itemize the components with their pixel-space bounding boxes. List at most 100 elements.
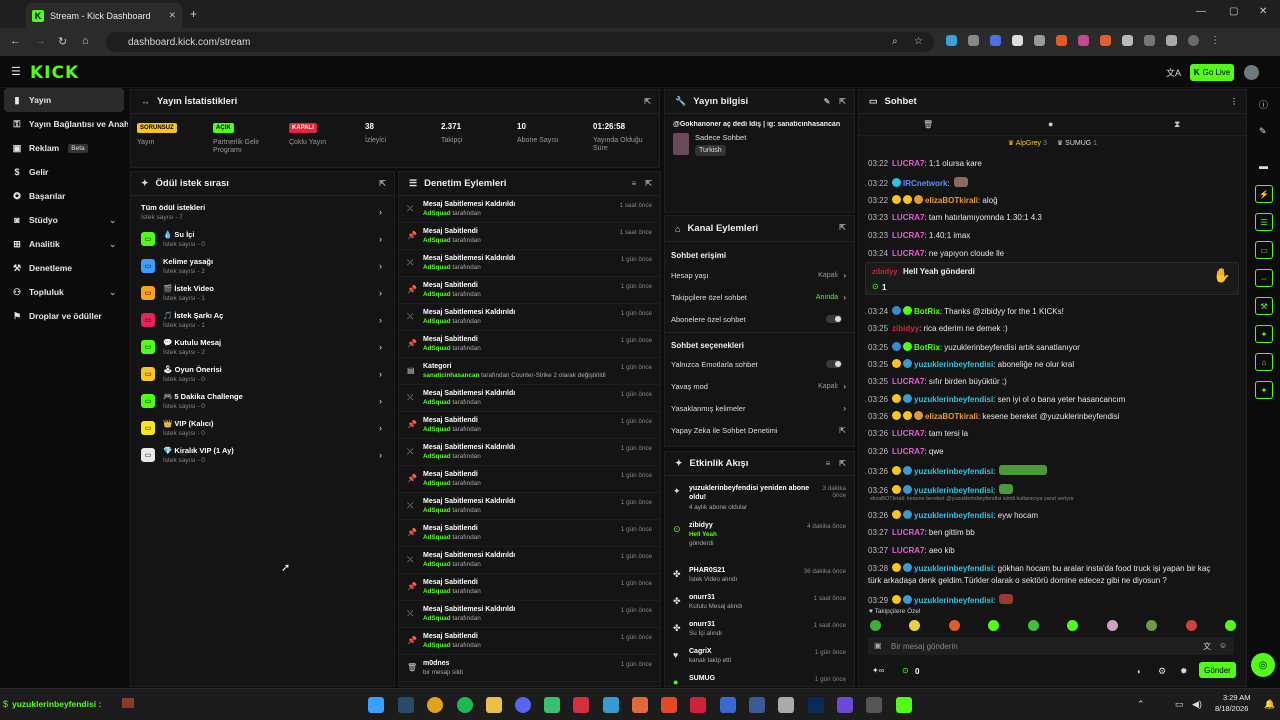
sidebar-item-yayin[interactable]: ▮ Yayın [4,88,124,112]
emoji-icon[interactable]: ☺ [1219,641,1227,650]
close-tab-icon[interactable]: ✕ [168,10,176,21]
discord-icon[interactable] [515,697,531,713]
sidebar-item-studyo[interactable]: ◙ Stüdyo ⌄ [0,208,128,232]
notification-bell-icon[interactable]: 🔔 [1264,699,1275,710]
extension-icon[interactable] [990,35,1001,46]
toggle-switch[interactable] [826,315,842,323]
filter-icon[interactable]: ≡ [826,459,831,468]
sidebar-item-gelir[interactable]: $ Gelir [0,160,128,184]
bookmark-star-icon[interactable]: ☆ [914,36,923,47]
folder-icon[interactable] [486,697,502,713]
app-icon[interactable] [866,697,882,713]
popout-icon[interactable]: ⇱ [839,97,846,106]
moderator-name[interactable]: AdSquad [423,345,451,352]
subscribers-only-setting[interactable]: Abonelere özel sohbet [665,308,854,330]
translate-icon[interactable]: 文A [1166,66,1181,79]
popout-icon[interactable]: ⇱ [379,179,386,188]
forward-icon[interactable]: → [35,35,46,47]
popout-icon[interactable]: ⇱ [839,459,846,468]
reward-row[interactable]: ▭ 👑 VIP (Kalıcı) İstek sayısı - 0 › [131,414,394,441]
chat-username[interactable]: LUCRA7 [892,377,924,386]
moderator-name[interactable]: AdSquad [423,453,451,460]
steam-icon[interactable] [398,697,414,713]
chat-settings-gear-icon[interactable]: ⚙ [1158,666,1166,677]
chrome-icon[interactable] [427,697,443,713]
moderator-name[interactable]: AdSquad [423,615,451,622]
extension-icon[interactable] [1012,35,1023,46]
chat-username[interactable]: yuzuklerinbeyfendisi [914,596,993,605]
moderator-name[interactable]: AdSquad [423,210,451,217]
extension-icon[interactable] [946,35,957,46]
extension-icon[interactable] [1166,35,1177,46]
app-icon[interactable] [720,697,736,713]
chat-input[interactable]: ▣ Bir mesaj gönderin 文 ☺ [868,637,1234,655]
chat-username[interactable]: BotRix [914,307,940,316]
list-button[interactable]: ☰ [1255,213,1273,231]
sidebar-item-basarilar[interactable]: ✪ Başarılar [0,184,128,208]
followers-only-setting[interactable]: Takipçilere özel sohbet Anında › [665,286,854,308]
channel-button[interactable]: ⌂ [1255,353,1273,371]
app-icon[interactable] [603,697,619,713]
emote-icon[interactable] [1027,620,1039,631]
volume-icon[interactable]: ◀) [1192,699,1202,710]
sidebar-item-denetleme[interactable]: ⚒ Denetleme [0,256,128,280]
chat-username[interactable]: LUCRA7 [892,429,924,438]
chat-username[interactable]: elizaBOTkirali [925,412,978,421]
hourglass-icon[interactable]: ⧗ [1174,119,1180,130]
moderator-name[interactable]: AdSquad [423,534,451,541]
emote-icon[interactable] [1146,620,1158,631]
emote-only-setting[interactable]: Yalnızca Emotlarla sohbet [665,353,854,375]
banned-words-setting[interactable]: Yasaklanmış kelimeler › [665,397,854,419]
popout-icon[interactable]: ⇱ [645,179,652,188]
go-live-button[interactable]: K Go Live [1190,64,1234,81]
home-icon[interactable]: ⌂ [82,35,89,47]
moderator-name[interactable]: AdSquad [423,561,451,568]
chat-username[interactable]: elizaBOTkirali [925,196,978,205]
reward-row[interactable]: ▭ 🕹 Oyun Önerisi İstek sayısı - 0 › [131,360,394,387]
sidebar-item-analitik[interactable]: ⊞ Analitik ⌄ [0,232,128,256]
extension-icon[interactable] [1034,35,1045,46]
green-fab-button[interactable]: ◎ [1251,653,1275,677]
translate-icon[interactable]: 文 [1203,641,1211,652]
layout-icon[interactable]: ▬ [1259,161,1268,171]
chat-username[interactable]: yuzuklerinbeyfendisi [914,360,993,369]
url-field[interactable]: dashboard.kick.com/stream ⌕ ☆ [106,32,934,52]
app-icon[interactable] [544,697,560,713]
menu-kebab-icon[interactable]: ⋮ [1230,97,1238,106]
chat-username[interactable]: IRCnetwork [903,179,947,188]
rewards-button[interactable]: ✦ [1255,381,1273,399]
sidebar-item-droplar[interactable]: ⚑ Droplar ve ödüller [0,304,128,328]
moderator-name[interactable]: AdSquad [423,642,451,649]
emote-icon[interactable] [1067,620,1079,631]
app-icon[interactable] [661,697,677,713]
moderator-name[interactable]: AdSquad [423,264,451,271]
moderator-name[interactable]: AdSquad [423,399,451,406]
system-tray-chevron-icon[interactable]: ⌃ [1137,699,1145,710]
chat-username[interactable]: zibidyy [892,324,919,333]
moderator-name[interactable]: AdSquad [423,426,451,433]
moderator-name[interactable]: AdSquad [423,480,451,487]
reward-row[interactable]: ▭ 💎 Kiralık VIP (1 Ay) İstek sayısı - 0 › [131,441,394,468]
emote-icon[interactable] [909,620,921,631]
sidebar-item-stream-key[interactable]: ⚿ Yayın Bağlantısı ve Anahtarı [0,112,128,136]
reward-row-all[interactable]: Tüm ödül istekleri İstek sayısı - 7 › [131,198,394,225]
clock-time[interactable]: 3:29 AM [1223,693,1251,702]
wrench-button[interactable]: ⚒ [1255,297,1273,315]
filter-icon[interactable]: ≡ [632,179,637,188]
moderator-name[interactable]: AdSquad [423,588,451,595]
chat-username[interactable]: LUCRA7 [892,546,924,555]
reload-icon[interactable]: ↻ [58,35,67,48]
lightning-button[interactable]: ⚡ [1255,185,1273,203]
extension-icon[interactable] [968,35,979,46]
puzzle-icon[interactable] [1144,35,1155,46]
chat-username[interactable]: LUCRA7 [892,213,924,222]
zoom-icon[interactable]: ⌕ [892,36,898,47]
clock-date[interactable]: 8/18/2026 [1215,704,1248,713]
browser-tab[interactable]: K Stream - Kick Dashboard ✕ [26,3,182,28]
kick-logo[interactable]: KICK [30,63,79,83]
moderator-name[interactable]: AdSquad [423,237,451,244]
chat-username[interactable]: BotRix [914,343,940,352]
chat-username[interactable]: yuzuklerinbeyfendisi [914,486,993,495]
user-avatar[interactable] [1244,65,1259,80]
network-icon[interactable]: ▭ [1175,699,1184,710]
